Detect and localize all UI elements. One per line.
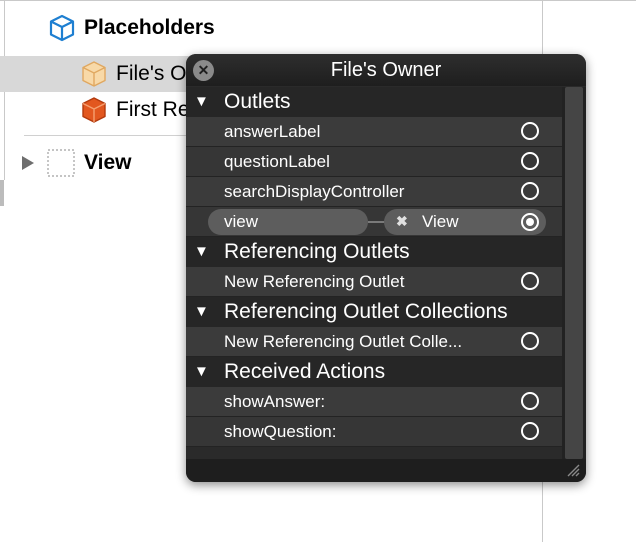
outlet-circle-filled-icon[interactable] [521,213,539,231]
left-pane-notch [0,180,4,206]
outlet-row-answer-label[interactable]: answerLabel [186,117,562,147]
hud-title: File's Owner [186,54,586,86]
cube-icon [49,14,75,42]
files-owner-cube-icon [82,61,106,87]
outlet-row-view-connected[interactable]: view ✖ View [186,207,562,237]
disclosure-triangle-icon[interactable]: ▼ [194,237,210,267]
action-row-show-answer[interactable]: showAnswer: [186,387,562,417]
first-responder-cube-icon [82,97,106,123]
outlet-circle-icon[interactable] [521,392,539,410]
section-referencing-outlet-collections-label: Referencing Outlet Collections [224,300,508,323]
outlet-circle-icon[interactable] [521,272,539,290]
new-referencing-outlet-collection-row[interactable]: New Referencing Outlet Colle... [186,327,562,357]
outline-placeholders-row[interactable]: Placeholders [48,14,215,42]
outlet-circle-icon[interactable] [521,422,539,440]
outlet-circle-icon[interactable] [521,152,539,170]
new-referencing-outlet-row[interactable]: New Referencing Outlet [186,267,562,297]
remove-connection-icon[interactable]: ✖ [396,213,408,230]
outline-view-row[interactable]: View [20,148,131,178]
outlet-name: New Referencing Outlet [224,271,405,291]
connections-list: ▼ Outlets answerLabel questionLabel sear… [186,87,562,459]
outlet-name: searchDisplayController [224,181,405,201]
outlet-name: view [224,212,259,231]
connection-source-pill: view [208,209,368,235]
outlet-name: New Referencing Outlet Colle... [224,331,463,351]
action-name: showAnswer: [224,391,326,411]
outlet-name: answerLabel [224,121,321,141]
section-outlets-label: Outlets [224,90,291,113]
section-received-actions-label: Received Actions [224,360,386,383]
section-referencing-outlets-label: Referencing Outlets [224,240,410,263]
connection-destination: View [422,212,459,231]
disclosure-triangle-icon[interactable] [20,154,36,172]
section-received-actions[interactable]: ▼ Received Actions [186,357,562,387]
resize-grip-icon[interactable] [564,461,580,477]
section-referencing-outlet-collections[interactable]: ▼ Referencing Outlet Collections [186,297,562,327]
section-outlets[interactable]: ▼ Outlets [186,87,562,117]
view-icon [47,149,75,177]
disclosure-triangle-icon[interactable]: ▼ [194,297,210,327]
disclosure-triangle-icon[interactable]: ▼ [194,87,210,117]
outlet-circle-icon[interactable] [521,182,539,200]
outlet-circle-icon[interactable] [521,332,539,350]
action-name: showQuestion: [224,421,337,441]
outlet-row-search-display-controller[interactable]: searchDisplayController [186,177,562,207]
outlet-row-question-label[interactable]: questionLabel [186,147,562,177]
top-border [0,0,636,1]
connection-destination-pill[interactable]: ✖ View [384,209,546,235]
section-referencing-outlets[interactable]: ▼ Referencing Outlets [186,237,562,267]
connections-hud-panel: File's Owner ✕ ▼ Outlets answerLabel que… [186,54,586,482]
placeholders-label: Placeholders [84,16,215,39]
outlet-name: questionLabel [224,151,330,171]
disclosure-triangle-icon[interactable]: ▼ [194,357,210,387]
scrollbar[interactable] [562,87,586,459]
outlet-circle-icon[interactable] [521,122,539,140]
hud-bottom-bar [186,459,586,482]
view-label: View [84,151,132,174]
close-icon[interactable]: ✕ [193,60,214,81]
action-row-show-question[interactable]: showQuestion: [186,417,562,447]
scrollbar-thumb[interactable] [565,87,583,459]
